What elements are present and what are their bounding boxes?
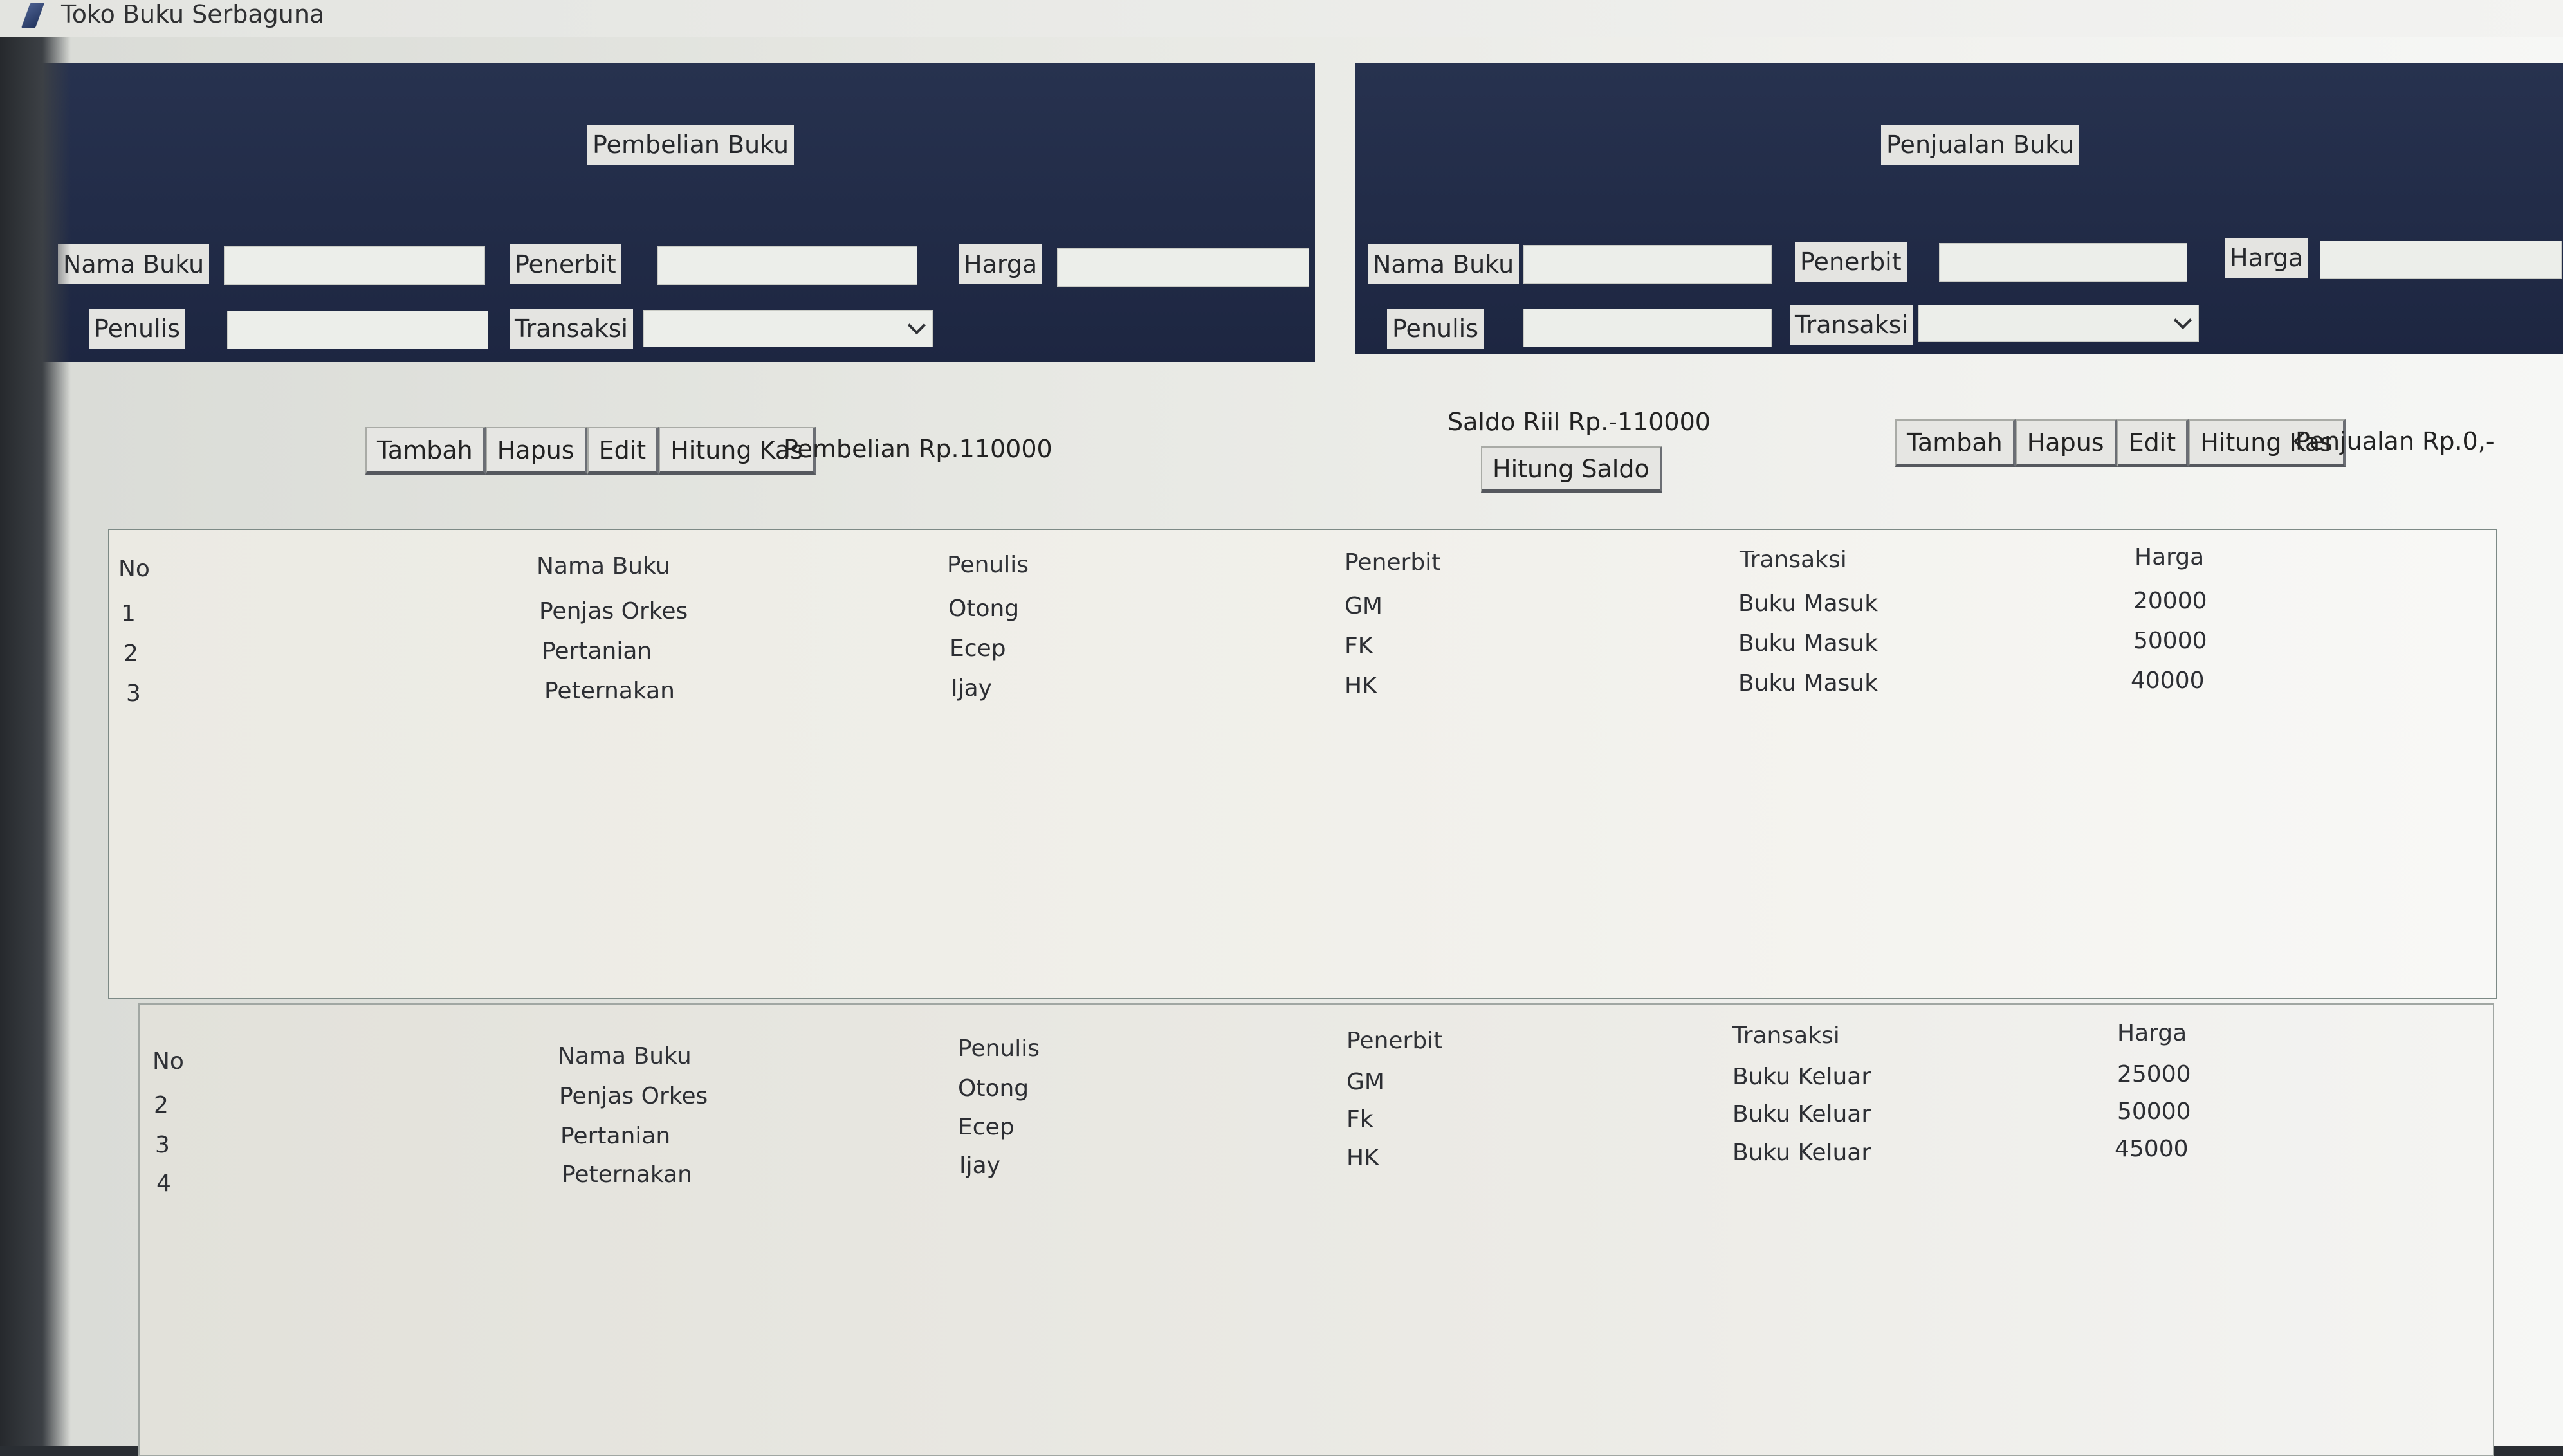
saldo-riil-text: Saldo Riil Rp.-110000 bbox=[1447, 408, 1711, 436]
column-header-nama-buku[interactable]: Nama Buku bbox=[537, 553, 670, 579]
table-cell-penerbit[interactable]: FK bbox=[1345, 633, 1373, 659]
penjualan-total: Penjualan Rp.0,- bbox=[2295, 427, 2495, 455]
pembelian-harga-input[interactable] bbox=[1057, 248, 1309, 287]
pembelian-nama-buku-input[interactable] bbox=[224, 246, 485, 285]
table-cell-penerbit[interactable]: Fk bbox=[1346, 1106, 1373, 1133]
table-cell-penulis[interactable]: Ijay bbox=[959, 1152, 1000, 1179]
penjualan-penulis-label: Penulis bbox=[1387, 309, 1484, 349]
table-cell-transaksi[interactable]: Buku Keluar bbox=[1732, 1064, 1871, 1090]
penjualan-hapus-button[interactable]: Hapus bbox=[2015, 419, 2117, 467]
penjualan-heading: Penjualan Buku bbox=[1881, 125, 2080, 165]
table-cell-harga[interactable]: 50000 bbox=[2133, 628, 2207, 654]
penjualan-edit-button[interactable]: Edit bbox=[2117, 419, 2189, 467]
table-cell-penerbit[interactable]: GM bbox=[1346, 1069, 1384, 1095]
window-left-edge bbox=[0, 37, 71, 1446]
table-cell-penulis[interactable]: Otong bbox=[958, 1075, 1029, 1102]
table-cell-penerbit[interactable]: HK bbox=[1346, 1145, 1379, 1171]
penjualan-harga-label: Harga bbox=[2225, 238, 2309, 278]
penjualan-panel: Penjualan Buku Nama Buku Penerbit Harga … bbox=[1355, 63, 2563, 354]
table-cell-no[interactable]: 3 bbox=[155, 1132, 170, 1158]
table-cell-transaksi[interactable]: Buku Keluar bbox=[1732, 1101, 1871, 1127]
table-cell-no[interactable]: 1 bbox=[121, 601, 136, 627]
column-header-harga[interactable]: Harga bbox=[2117, 1020, 2187, 1046]
chevron-down-icon bbox=[2173, 311, 2192, 330]
table-cell-nama-buku[interactable]: Pertanian bbox=[560, 1123, 670, 1149]
pembelian-nama-buku-label: Nama Buku bbox=[58, 244, 210, 284]
column-header-transaksi[interactable]: Transaksi bbox=[1740, 547, 1847, 573]
table-cell-no[interactable]: 3 bbox=[126, 680, 141, 707]
column-header-penulis[interactable]: Penulis bbox=[947, 552, 1029, 578]
window-title: Toko Buku Serbaguna bbox=[61, 0, 325, 28]
table-cell-harga[interactable]: 45000 bbox=[2115, 1136, 2189, 1162]
pembelian-penerbit-input[interactable] bbox=[657, 246, 917, 285]
table-cell-transaksi[interactable]: Buku Masuk bbox=[1738, 630, 1878, 657]
pembelian-edit-button[interactable]: Edit bbox=[587, 427, 659, 475]
table-cell-nama-buku[interactable]: Peternakan bbox=[562, 1161, 692, 1188]
column-header-no[interactable]: No bbox=[118, 556, 150, 582]
table-cell-nama-buku[interactable]: Penjas Orkes bbox=[539, 598, 688, 624]
penjualan-transaksi-label: Transaksi bbox=[1790, 305, 1914, 345]
table-cell-transaksi[interactable]: Buku Masuk bbox=[1738, 670, 1878, 696]
table-cell-harga[interactable]: 40000 bbox=[2131, 668, 2205, 694]
table-cell-transaksi[interactable]: Buku Keluar bbox=[1732, 1140, 1871, 1166]
title-bar: Toko Buku Serbaguna bbox=[0, 0, 2563, 37]
table-cell-harga[interactable]: 25000 bbox=[2117, 1061, 2191, 1087]
table-cell-nama-buku[interactable]: Peternakan bbox=[544, 678, 675, 704]
column-header-penulis[interactable]: Penulis bbox=[958, 1035, 1040, 1062]
table-cell-penulis[interactable]: Ecep bbox=[958, 1114, 1015, 1140]
table-cell-no[interactable]: 2 bbox=[124, 641, 138, 667]
feather-icon bbox=[21, 3, 45, 28]
pembelian-hapus-button[interactable]: Hapus bbox=[485, 427, 587, 475]
pembelian-heading: Pembelian Buku bbox=[587, 125, 795, 165]
penjualan-penulis-input[interactable] bbox=[1523, 309, 1772, 347]
column-header-penerbit[interactable]: Penerbit bbox=[1346, 1028, 1442, 1054]
table-cell-nama-buku[interactable]: Pertanian bbox=[542, 638, 652, 664]
table-cell-penulis[interactable]: Ecep bbox=[950, 635, 1006, 662]
pembelian-transaksi-label: Transaksi bbox=[510, 309, 634, 349]
table-cell-no[interactable]: 4 bbox=[156, 1170, 171, 1197]
pembelian-penerbit-label: Penerbit bbox=[510, 244, 621, 284]
penjualan-harga-input[interactable] bbox=[2320, 241, 2562, 279]
pembelian-tambah-button[interactable]: Tambah bbox=[365, 427, 486, 475]
table-cell-penerbit[interactable]: GM bbox=[1345, 593, 1383, 619]
column-header-transaksi[interactable]: Transaksi bbox=[1732, 1023, 1840, 1049]
penjualan-table[interactable]: No Nama Buku Penulis Penerbit Transaksi … bbox=[138, 1003, 2494, 1456]
pembelian-transaksi-select[interactable] bbox=[643, 310, 933, 347]
penjualan-nama-buku-label: Nama Buku bbox=[1368, 244, 1520, 284]
chevron-down-icon bbox=[907, 316, 926, 335]
pembelian-panel: Pembelian Buku Nama Buku Penerbit Harga … bbox=[37, 63, 1315, 362]
pembelian-penulis-input[interactable] bbox=[227, 311, 488, 349]
pembelian-button-row: Tambah Hapus Edit Hitung Kas bbox=[365, 427, 816, 475]
column-header-no[interactable]: No bbox=[152, 1048, 184, 1075]
penjualan-penerbit-input[interactable] bbox=[1939, 243, 2187, 282]
penjualan-penerbit-label: Penerbit bbox=[1795, 242, 1907, 282]
penjualan-button-row: Tambah Hapus Edit Hitung Kas bbox=[1895, 419, 2346, 467]
table-cell-harga[interactable]: 20000 bbox=[2133, 588, 2207, 614]
pembelian-harga-label: Harga bbox=[959, 244, 1043, 284]
table-cell-penulis[interactable]: Otong bbox=[948, 596, 1019, 622]
hitung-saldo-button[interactable]: Hitung Saldo bbox=[1481, 446, 1662, 493]
table-cell-harga[interactable]: 50000 bbox=[2117, 1098, 2191, 1125]
app-window: Toko Buku Serbaguna Pembelian Buku Nama … bbox=[0, 0, 2563, 1456]
column-header-harga[interactable]: Harga bbox=[2135, 544, 2204, 570]
penjualan-transaksi-select[interactable] bbox=[1918, 305, 2199, 342]
table-cell-penulis[interactable]: Ijay bbox=[951, 675, 992, 702]
penjualan-nama-buku-input[interactable] bbox=[1523, 245, 1772, 284]
pembelian-penulis-label: Penulis bbox=[89, 309, 186, 349]
table-cell-no[interactable]: 2 bbox=[154, 1092, 169, 1118]
pembelian-table[interactable]: No Nama Buku Penulis Penerbit Transaksi … bbox=[108, 529, 2497, 999]
penjualan-tambah-button[interactable]: Tambah bbox=[1895, 419, 2016, 467]
table-cell-penerbit[interactable]: HK bbox=[1345, 673, 1377, 699]
saldo-button-row: Hitung Saldo bbox=[1481, 446, 1662, 493]
table-cell-transaksi[interactable]: Buku Masuk bbox=[1738, 590, 1878, 617]
table-cell-nama-buku[interactable]: Penjas Orkes bbox=[559, 1083, 708, 1109]
pembelian-total: Pembelian Rp.110000 bbox=[784, 435, 1052, 463]
column-header-nama-buku[interactable]: Nama Buku bbox=[558, 1043, 692, 1069]
column-header-penerbit[interactable]: Penerbit bbox=[1345, 549, 1440, 576]
